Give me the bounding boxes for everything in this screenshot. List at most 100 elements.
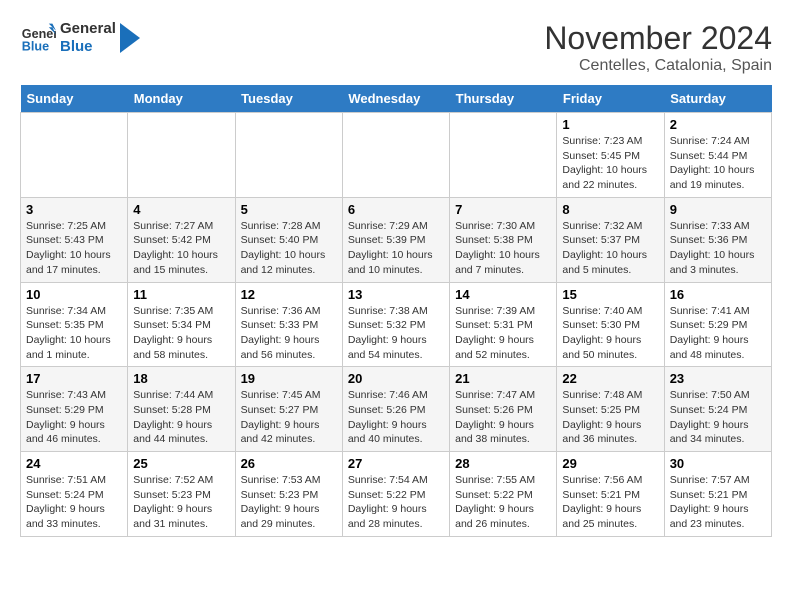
calendar-week-1: 1Sunrise: 7:23 AMSunset: 5:45 PMDaylight… (21, 113, 772, 198)
logo: General Blue General Blue (20, 20, 140, 56)
day-number: 14 (455, 287, 551, 302)
day-number: 19 (241, 371, 337, 386)
calendar-cell: 7Sunrise: 7:30 AMSunset: 5:38 PMDaylight… (450, 197, 557, 282)
weekday-header-saturday: Saturday (664, 85, 771, 113)
calendar-cell (342, 113, 449, 198)
day-info: Sunrise: 7:51 AMSunset: 5:24 PMDaylight:… (26, 473, 122, 532)
day-info: Sunrise: 7:46 AMSunset: 5:26 PMDaylight:… (348, 388, 444, 447)
day-info: Sunrise: 7:33 AMSunset: 5:36 PMDaylight:… (670, 219, 766, 278)
day-info: Sunrise: 7:52 AMSunset: 5:23 PMDaylight:… (133, 473, 229, 532)
calendar-cell: 18 Sunrise: 7:44 AMSunset: 5:28 PMDayligh… (128, 367, 235, 452)
calendar-cell: 30 Sunrise: 7:57 AMSunset: 5:21 PMDayligh… (664, 452, 771, 537)
weekday-header-tuesday: Tuesday (235, 85, 342, 113)
day-info: Sunrise: 7:54 AMSunset: 5:22 PMDaylight:… (348, 473, 444, 532)
day-info: Sunrise: 7:35 AMSunset: 5:34 PMDaylight:… (133, 304, 229, 363)
location-subtitle: Centelles, Catalonia, Spain (544, 57, 772, 75)
calendar-cell: 4Sunrise: 7:27 AMSunset: 5:42 PMDaylight… (128, 197, 235, 282)
day-info: Sunrise: 7:29 AMSunset: 5:39 PMDaylight:… (348, 219, 444, 278)
calendar-cell: 28Sunrise: 7:55 AMSunset: 5:22 PMDayligh… (450, 452, 557, 537)
calendar-cell (21, 113, 128, 198)
calendar-cell: 22 Sunrise: 7:48 AMSunset: 5:25 PMDayligh… (557, 367, 664, 452)
logo-blue: Blue (60, 38, 116, 56)
day-number: 8 (562, 202, 658, 217)
calendar-cell: 29Sunrise: 7:56 AMSunset: 5:21 PMDayligh… (557, 452, 664, 537)
day-info: Sunrise: 7:30 AMSunset: 5:38 PMDaylight:… (455, 219, 551, 278)
calendar-cell: 26Sunrise: 7:53 AMSunset: 5:23 PMDayligh… (235, 452, 342, 537)
calendar-cell: 6Sunrise: 7:29 AMSunset: 5:39 PMDaylight… (342, 197, 449, 282)
calendar-header-row: SundayMondayTuesdayWednesdayThursdayFrid… (21, 85, 772, 113)
day-info: Sunrise: 7:50 AMSunset: 5:24 PMDaylight:… (670, 388, 766, 447)
weekday-header-friday: Friday (557, 85, 664, 113)
calendar-cell: 20Sunrise: 7:46 AMSunset: 5:26 PMDayligh… (342, 367, 449, 452)
calendar-cell: 13Sunrise: 7:38 AMSunset: 5:32 PMDayligh… (342, 282, 449, 367)
day-number: 3 (26, 202, 122, 217)
weekday-header-wednesday: Wednesday (342, 85, 449, 113)
calendar-cell: 27Sunrise: 7:54 AMSunset: 5:22 PMDayligh… (342, 452, 449, 537)
calendar-cell: 17 Sunrise: 7:43 AMSunset: 5:29 PMDayligh… (21, 367, 128, 452)
day-info: Sunrise: 7:40 AMSunset: 5:30 PMDaylight:… (562, 304, 658, 363)
calendar-cell: 10 Sunrise: 7:34 AMSunset: 5:35 PMDayligh… (21, 282, 128, 367)
day-info: Sunrise: 7:56 AMSunset: 5:21 PMDaylight:… (562, 473, 658, 532)
day-number: 10 (26, 287, 122, 302)
day-number: 17 (26, 371, 122, 386)
day-number: 5 (241, 202, 337, 217)
day-number: 12 (241, 287, 337, 302)
day-info: Sunrise: 7:55 AMSunset: 5:22 PMDaylight:… (455, 473, 551, 532)
calendar-cell: 1Sunrise: 7:23 AMSunset: 5:45 PMDaylight… (557, 113, 664, 198)
calendar-cell: 23 Sunrise: 7:50 AMSunset: 5:24 PMDayligh… (664, 367, 771, 452)
logo-general: General (60, 20, 116, 38)
month-year-title: November 2024 (544, 20, 772, 57)
day-number: 4 (133, 202, 229, 217)
day-number: 2 (670, 117, 766, 132)
header: General Blue General Blue November 2024 … (20, 20, 772, 75)
day-info: Sunrise: 7:45 AMSunset: 5:27 PMDaylight:… (241, 388, 337, 447)
day-number: 24 (26, 456, 122, 471)
calendar-cell (450, 113, 557, 198)
calendar-cell: 24 Sunrise: 7:51 AMSunset: 5:24 PMDayligh… (21, 452, 128, 537)
day-number: 18 (133, 371, 229, 386)
calendar-cell: 2Sunrise: 7:24 AMSunset: 5:44 PMDaylight… (664, 113, 771, 198)
day-info: Sunrise: 7:39 AMSunset: 5:31 PMDaylight:… (455, 304, 551, 363)
day-info: Sunrise: 7:23 AMSunset: 5:45 PMDaylight:… (562, 134, 658, 193)
day-info: Sunrise: 7:34 AMSunset: 5:35 PMDaylight:… (26, 304, 122, 363)
day-number: 22 (562, 371, 658, 386)
weekday-header-thursday: Thursday (450, 85, 557, 113)
calendar-cell: 12 Sunrise: 7:36 AMSunset: 5:33 PMDayligh… (235, 282, 342, 367)
day-number: 9 (670, 202, 766, 217)
calendar-cell (128, 113, 235, 198)
calendar-cell: 3Sunrise: 7:25 AMSunset: 5:43 PMDaylight… (21, 197, 128, 282)
calendar-cell: 14 Sunrise: 7:39 AMSunset: 5:31 PMDayligh… (450, 282, 557, 367)
day-info: Sunrise: 7:57 AMSunset: 5:21 PMDaylight:… (670, 473, 766, 532)
day-info: Sunrise: 7:47 AMSunset: 5:26 PMDaylight:… (455, 388, 551, 447)
svg-text:Blue: Blue (22, 40, 49, 54)
day-number: 21 (455, 371, 551, 386)
day-info: Sunrise: 7:48 AMSunset: 5:25 PMDaylight:… (562, 388, 658, 447)
day-info: Sunrise: 7:41 AMSunset: 5:29 PMDaylight:… (670, 304, 766, 363)
calendar-cell: 19 Sunrise: 7:45 AMSunset: 5:27 PMDayligh… (235, 367, 342, 452)
day-info: Sunrise: 7:28 AMSunset: 5:40 PMDaylight:… (241, 219, 337, 278)
day-info: Sunrise: 7:43 AMSunset: 5:29 PMDaylight:… (26, 388, 122, 447)
calendar-table: SundayMondayTuesdayWednesdayThursdayFrid… (20, 85, 772, 537)
logo-arrow-icon (120, 23, 140, 53)
day-number: 15 (562, 287, 658, 302)
day-info: Sunrise: 7:53 AMSunset: 5:23 PMDaylight:… (241, 473, 337, 532)
day-number: 30 (670, 456, 766, 471)
calendar-week-5: 24 Sunrise: 7:51 AMSunset: 5:24 PMDayligh… (21, 452, 772, 537)
weekday-header-sunday: Sunday (21, 85, 128, 113)
day-number: 23 (670, 371, 766, 386)
calendar-cell: 8Sunrise: 7:32 AMSunset: 5:37 PMDaylight… (557, 197, 664, 282)
calendar-cell: 16 Sunrise: 7:41 AMSunset: 5:29 PMDayligh… (664, 282, 771, 367)
title-area: November 2024 Centelles, Catalonia, Spai… (544, 20, 772, 75)
calendar-cell: 21 Sunrise: 7:47 AMSunset: 5:26 PMDayligh… (450, 367, 557, 452)
day-number: 16 (670, 287, 766, 302)
weekday-header-monday: Monday (128, 85, 235, 113)
calendar-cell (235, 113, 342, 198)
logo-icon: General Blue (20, 20, 56, 56)
day-number: 13 (348, 287, 444, 302)
day-info: Sunrise: 7:36 AMSunset: 5:33 PMDaylight:… (241, 304, 337, 363)
day-number: 25 (133, 456, 229, 471)
day-number: 11 (133, 287, 229, 302)
calendar-week-2: 3Sunrise: 7:25 AMSunset: 5:43 PMDaylight… (21, 197, 772, 282)
calendar-week-3: 10 Sunrise: 7:34 AMSunset: 5:35 PMDayligh… (21, 282, 772, 367)
day-info: Sunrise: 7:44 AMSunset: 5:28 PMDaylight:… (133, 388, 229, 447)
